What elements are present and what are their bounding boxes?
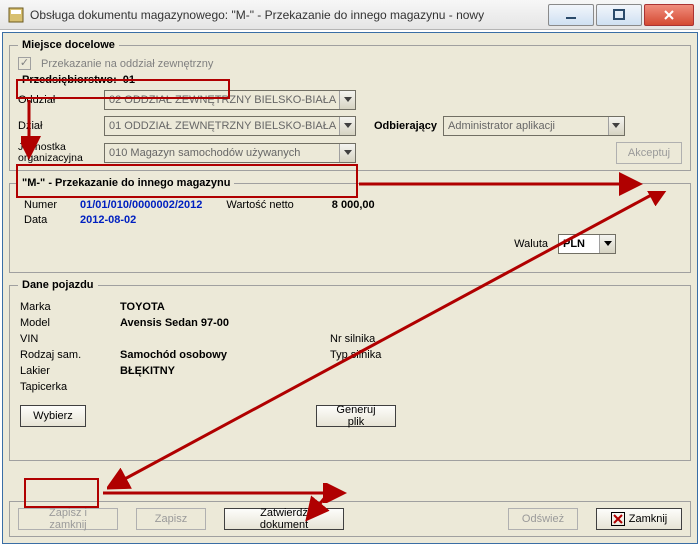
veh-engine-no-value [420,333,540,345]
dept-combo[interactable]: 01 ODDZIAŁ ZEWNĘTRZNY BIELSKO-BIAŁA [104,116,356,136]
external-branch-row: ✓ Przekazanie na oddział zewnętrzny [18,57,682,70]
chevron-down-icon [339,117,355,135]
doc-number-label: Numer [24,199,72,211]
veh-vin-label: VIN [20,333,110,345]
accept-button[interactable]: Akceptuj [616,142,682,164]
orgunit-combo[interactable]: 010 Magazyn samochodów używanych [104,143,356,163]
dept-label: Dział [18,120,98,132]
approve-document-button[interactable]: Zatwierdź dokument [224,508,344,530]
veh-type-value: Samochód osobowy [120,349,320,361]
generate-file-button[interactable]: Generuj plik [316,405,396,427]
veh-model-value: Avensis Sedan 97-00 [120,317,320,329]
veh-engine-type-label: Typ silnika [330,349,410,361]
branch-label: Oddział [18,94,98,106]
external-branch-label: Przekazanie na oddział zewnętrzny [41,58,213,70]
currency-combo[interactable]: PLN [558,234,616,254]
branch-row: Oddział 02 ODDZIAŁ ZEWNĘTRZNY BIELSKO-BI… [18,90,682,110]
recipient-label: Odbierający [374,120,437,132]
window-maximize-button[interactable] [596,4,642,26]
vehicle-group: Dane pojazdu Marka TOYOTA Model Avensis … [9,279,691,461]
enterprise-row: Przedsiębiorstwo: 01 [18,74,682,86]
chevron-down-icon [608,117,624,135]
destination-group: Miejsce docelowe ✓ Przekazanie na oddzia… [9,39,691,171]
save-button[interactable]: Zapisz [136,508,206,530]
vehicle-legend: Dane pojazdu [18,279,98,291]
enterprise-value: 01 [123,74,135,86]
window-titlebar: Obsługa dokumentu magazynowego: "M-" - P… [0,0,700,30]
window-title: Obsługa dokumentu magazynowego: "M-" - P… [30,8,548,22]
chevron-down-icon [339,144,355,162]
save-and-close-button[interactable]: Zapisz i zamknij [18,508,118,530]
veh-engine-no-label: Nr silnika [330,333,410,345]
recipient-combo[interactable]: Administrator aplikacji [443,116,625,136]
veh-make-value: TOYOTA [120,301,320,313]
currency-label: Waluta [514,238,548,250]
destination-legend: Miejsce docelowe [18,39,119,51]
chevron-down-icon [339,91,355,109]
veh-type-label: Rodzaj sam. [20,349,110,361]
annotation-arrow [103,483,353,503]
orgunit-label: Jednostka organizacyjna [18,142,98,164]
veh-paint-value: BŁĘKITNY [120,365,320,377]
bottom-toolbar: Zapisz i zamknij Zapisz Zatwierdź dokume… [9,501,691,537]
dept-row: Dział 01 ODDZIAŁ ZEWNĘTRZNY BIELSKO-BIAŁ… [18,116,682,136]
window-close-button[interactable] [644,4,694,26]
document-group: "M-" - Przekazanie do innego magazynu Nu… [9,177,691,273]
veh-paint-label: Lakier [20,365,110,377]
document-legend: "M-" - Przekazanie do innego magazynu [18,177,234,189]
veh-engine-type-value [420,349,540,361]
veh-upholstery-value [120,381,320,393]
close-icon [611,512,625,526]
doc-netvalue-label: Wartość netto [226,199,293,211]
doc-number-value: 01/01/010/0000002/2012 [80,199,202,211]
app-icon [8,7,24,23]
chevron-down-icon [599,235,615,253]
veh-make-label: Marka [20,301,110,313]
close-button-label: Zamknij [629,513,668,525]
doc-date-label: Data [24,214,72,226]
veh-model-label: Model [20,317,110,329]
enterprise-label: Przedsiębiorstwo: [22,74,117,86]
external-branch-checkbox: ✓ [18,57,31,70]
refresh-button[interactable]: Odśwież [508,508,578,530]
orgunit-row: Jednostka organizacyjna 010 Magazyn samo… [18,142,682,164]
veh-vin-value [120,333,320,345]
window-minimize-button[interactable] [548,4,594,26]
veh-upholstery-label: Tapicerka [20,381,110,393]
doc-netvalue-value: 8 000,00 [332,199,375,211]
choose-vehicle-button[interactable]: Wybierz [20,405,86,427]
close-button[interactable]: Zamknij [596,508,682,530]
branch-combo[interactable]: 02 ODDZIAŁ ZEWNĘTRZNY BIELSKO-BIAŁA [104,90,356,110]
doc-date-value: 2012-08-02 [80,214,136,226]
